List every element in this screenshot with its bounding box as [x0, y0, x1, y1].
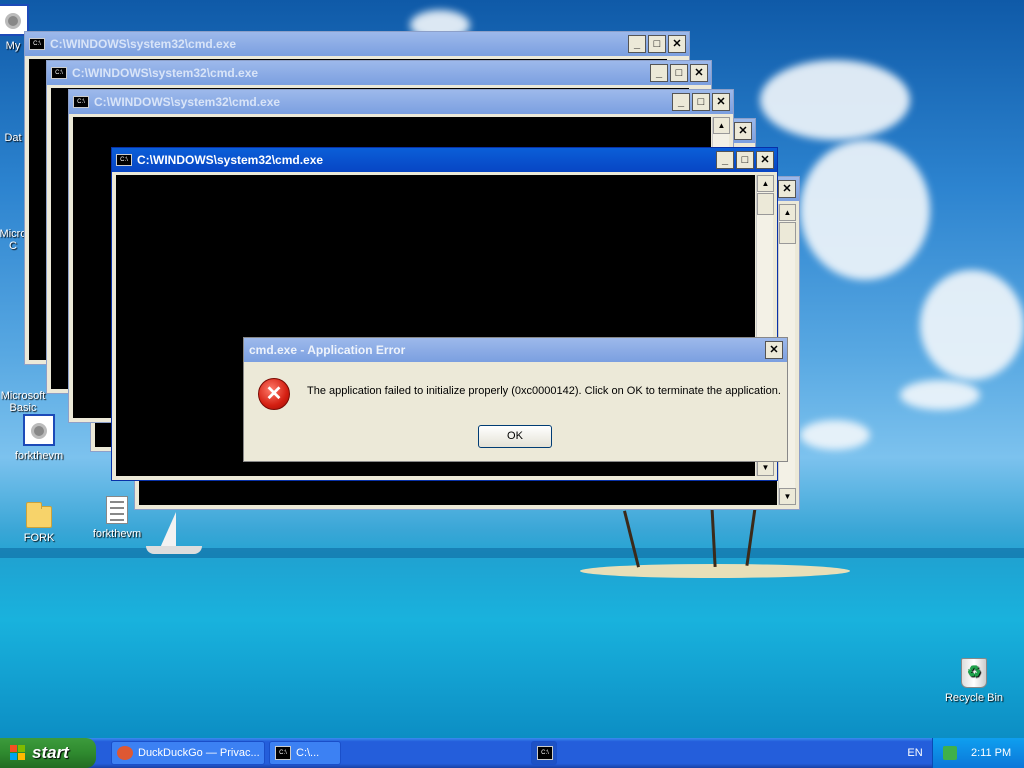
maximize-button[interactable]: □ — [648, 35, 666, 53]
network-icon[interactable] — [943, 746, 957, 760]
close-button[interactable]: ✕ — [668, 35, 686, 53]
desktop-icon-label: Microsoft Basic — [0, 390, 46, 414]
error-message: The application failed to initialize pro… — [307, 385, 781, 397]
close-button[interactable]: ✕ — [734, 122, 752, 140]
cmd-icon: C:\ — [73, 96, 89, 108]
desktop-icon-label: Dat — [4, 132, 22, 144]
close-button[interactable]: ✕ — [712, 93, 730, 111]
text-document-icon — [106, 496, 128, 524]
system-tray: 2:11 PM — [932, 738, 1024, 768]
close-button[interactable]: ✕ — [690, 64, 708, 82]
window-titlebar[interactable]: C:\ C:\WINDOWS\system32\cmd.exe — [112, 148, 777, 172]
start-label: start — [32, 743, 69, 762]
cmd-icon: C:\ — [275, 746, 291, 760]
start-button[interactable]: start — [0, 738, 96, 768]
close-button[interactable]: ✕ — [778, 180, 796, 198]
folder-icon — [26, 502, 52, 528]
gear-app-icon — [23, 414, 55, 446]
minimize-button[interactable]: _ — [628, 35, 646, 53]
windows-logo-icon — [10, 745, 26, 761]
ok-button[interactable]: OK — [478, 425, 552, 448]
scroll-thumb[interactable] — [779, 222, 796, 244]
duckduckgo-icon — [117, 746, 133, 760]
dialog-titlebar[interactable]: cmd.exe - Application Error — [244, 338, 787, 362]
desktop-icon-label: My — [5, 40, 21, 52]
scroll-up-arrow[interactable]: ▲ — [757, 175, 774, 192]
recycle-bin-icon: ♻ — [961, 658, 987, 688]
desktop-icon-label: FORK — [23, 532, 55, 544]
taskbar-item-cmd-2[interactable]: C:\ — [531, 741, 557, 765]
maximize-button[interactable]: □ — [692, 93, 710, 111]
desktop-icon-label: Recycle Bin — [944, 692, 1004, 704]
desktop-icon-label: forkthevm — [14, 450, 64, 462]
window-titlebar[interactable]: C:\ C:\WINDOWS\system32\cmd.exe — [25, 32, 689, 56]
scroll-up-arrow[interactable]: ▲ — [713, 117, 730, 134]
cmd-icon: C:\ — [51, 67, 67, 79]
desktop-icon-forkthevm-app[interactable]: forkthevm — [4, 414, 74, 462]
minimize-button[interactable]: _ — [672, 93, 690, 111]
desktop-icon-label: Micro C — [0, 228, 27, 252]
taskbar: start DuckDuckGo — Privac... C:\ C:\... … — [0, 738, 1024, 768]
window-title: C:\WINDOWS\system32\cmd.exe — [94, 95, 281, 109]
error-icon: ✕ — [258, 378, 290, 410]
cmd-icon: C:\ — [29, 38, 45, 50]
scroll-thumb[interactable] — [757, 193, 774, 215]
window-titlebar[interactable]: C:\ C:\WINDOWS\system32\cmd.exe — [47, 61, 711, 85]
window-titlebar[interactable]: C:\ C:\WINDOWS\system32\cmd.exe — [69, 90, 733, 114]
taskbar-item-cmd[interactable]: C:\ C:\... — [269, 741, 341, 765]
taskbar-item-label: C:\... — [296, 747, 320, 759]
clock[interactable]: 2:11 PM — [971, 747, 1011, 759]
language-indicator[interactable]: EN — [900, 738, 930, 768]
maximize-button[interactable]: □ — [736, 151, 754, 169]
window-title: C:\WINDOWS\system32\cmd.exe — [50, 37, 237, 51]
sailboat — [160, 512, 176, 548]
window-title: C:\WINDOWS\system32\cmd.exe — [137, 153, 324, 167]
error-dialog[interactable]: cmd.exe - Application Error ✕ ✕ The appl… — [243, 337, 788, 462]
scroll-down-arrow[interactable]: ▼ — [779, 488, 796, 505]
maximize-button[interactable]: □ — [670, 64, 688, 82]
dialog-title: cmd.exe - Application Error — [249, 343, 406, 357]
desktop-icon-label: forkthevm — [92, 528, 142, 540]
scroll-up-arrow[interactable]: ▲ — [779, 204, 796, 221]
cmd-icon: C:\ — [116, 154, 132, 166]
minimize-button[interactable]: _ — [716, 151, 734, 169]
cmd-icon: C:\ — [537, 746, 553, 760]
desktop-icon-recycle-bin[interactable]: ♻ Recycle Bin — [939, 658, 1009, 704]
taskbar-item-duckduckgo[interactable]: DuckDuckGo — Privac... — [111, 741, 265, 765]
desktop: My Dat Micro C Microsoft Basic forkthevm… — [0, 0, 1024, 738]
minimize-button[interactable]: _ — [650, 64, 668, 82]
desktop-icon-fork-folder[interactable]: FORK — [4, 500, 74, 544]
taskbar-item-label: DuckDuckGo — Privac... — [138, 747, 260, 759]
close-button[interactable]: ✕ — [765, 341, 783, 359]
close-button[interactable]: ✕ — [756, 151, 774, 169]
window-title: C:\WINDOWS\system32\cmd.exe — [72, 66, 259, 80]
